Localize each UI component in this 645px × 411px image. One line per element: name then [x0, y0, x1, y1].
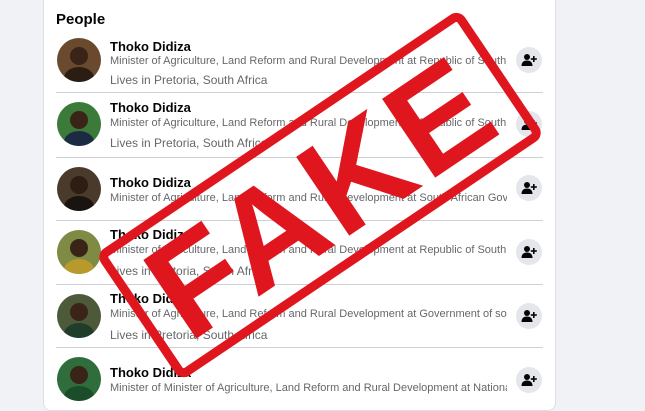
avatar[interactable]: [57, 357, 101, 401]
row-divider: [56, 220, 543, 221]
add-person-icon: [521, 54, 537, 66]
person-name[interactable]: Thoko Didiza: [110, 365, 191, 380]
add-friend-button[interactable]: [516, 367, 542, 393]
add-person-icon: [521, 246, 537, 258]
person-name[interactable]: Thoko Didiza: [110, 227, 191, 242]
person-result[interactable]: Thoko Didiza Minister of Agriculture, La…: [44, 98, 555, 154]
person-result[interactable]: Thoko Didiza Minister of Minister of Agr…: [44, 353, 555, 409]
person-description: Minister of Agriculture, Land Reform and…: [110, 308, 507, 320]
add-person-icon: [521, 118, 537, 130]
add-friend-button[interactable]: [516, 175, 542, 201]
person-description: Minister of Agriculture, Land Reform and…: [110, 55, 507, 67]
section-title: People: [56, 11, 106, 28]
person-description: Minister of Agriculture, Land Reform and…: [110, 244, 507, 256]
person-result[interactable]: Thoko Didiza Minister of Agriculture, La…: [44, 226, 555, 282]
person-name[interactable]: Thoko Didiza: [110, 39, 191, 54]
person-location: Lives in Pretoria, South Africa: [110, 136, 268, 150]
person-result[interactable]: Thoko Didiza Minister of Agriculture, La…: [44, 163, 555, 219]
add-friend-button[interactable]: [516, 303, 542, 329]
add-person-icon: [521, 182, 537, 194]
add-friend-button[interactable]: [516, 111, 542, 137]
avatar[interactable]: [57, 230, 101, 274]
person-location: Lives in Pretoria, South Africa: [110, 328, 268, 342]
add-friend-button[interactable]: [516, 47, 542, 73]
row-divider: [56, 284, 543, 285]
row-divider: [56, 92, 543, 93]
person-location: Lives in Pretoria, South Africa: [110, 264, 268, 278]
avatar[interactable]: [57, 38, 101, 82]
avatar[interactable]: [57, 294, 101, 338]
avatar[interactable]: [57, 167, 101, 211]
person-description: Minister of Agriculture, Land Reform and…: [110, 192, 507, 204]
row-divider: [56, 347, 543, 348]
people-results-card: People Thoko Didiza Minister of Agricult…: [43, 0, 556, 411]
add-friend-button[interactable]: [516, 239, 542, 265]
person-result[interactable]: Thoko Didiza Minister of Agriculture, La…: [44, 290, 555, 346]
person-name[interactable]: Thoko Didiza: [110, 291, 191, 306]
person-name[interactable]: Thoko Didiza: [110, 175, 191, 190]
person-location: Lives in Pretoria, South Africa: [110, 73, 268, 87]
person-result[interactable]: Thoko Didiza Minister of Agriculture, La…: [44, 36, 555, 92]
person-name[interactable]: Thoko Didiza: [110, 100, 191, 115]
add-person-icon: [521, 310, 537, 322]
avatar[interactable]: [57, 102, 101, 146]
person-description: Minister of Agriculture, Land Reform and…: [110, 117, 507, 129]
person-description: Minister of Minister of Agriculture, Lan…: [110, 382, 507, 394]
add-person-icon: [521, 374, 537, 386]
row-divider: [56, 157, 543, 158]
